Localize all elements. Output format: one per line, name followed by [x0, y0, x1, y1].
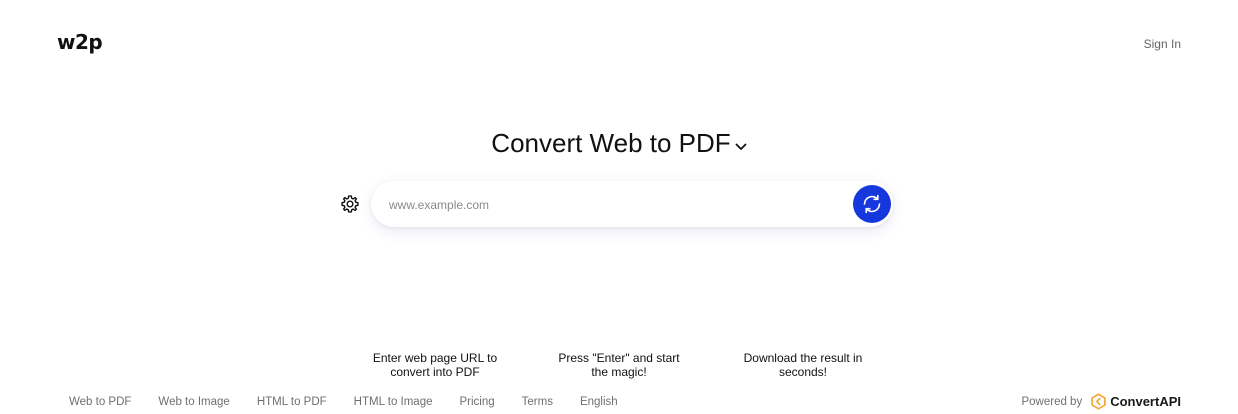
footer-link-language[interactable]: English: [580, 396, 618, 408]
footer-link-html-to-image[interactable]: HTML to Image: [354, 396, 433, 408]
logo[interactable]: w2p: [57, 30, 103, 54]
footer-link-web-to-image[interactable]: Web to Image: [158, 396, 229, 408]
sign-in-link[interactable]: Sign In: [1144, 37, 1181, 51]
url-search-row: [340, 181, 895, 229]
convertapi-brand-link[interactable]: ConvertAPI: [1110, 394, 1181, 409]
powered-by-label: Powered by: [1021, 395, 1083, 408]
footer-link-pricing[interactable]: Pricing: [460, 396, 495, 408]
page-title: Convert Web to PDF: [491, 128, 731, 158]
step-press-enter: Press "Enter" and start the magic!: [558, 351, 680, 379]
footer-link-html-to-pdf[interactable]: HTML to PDF: [257, 396, 327, 408]
powered-by: Powered by ConvertAPI: [1021, 393, 1181, 410]
step-download: Download the result in seconds!: [743, 351, 863, 379]
step-enter-url: Enter web page URL to convert into PDF: [372, 351, 498, 379]
footer-link-web-to-pdf[interactable]: Web to PDF: [69, 396, 131, 408]
chevron-down-icon: [735, 143, 747, 151]
refresh-icon: [858, 190, 886, 218]
url-input[interactable]: [387, 181, 831, 229]
gear-icon[interactable]: [340, 194, 360, 214]
search-box: [371, 181, 893, 229]
converter-type-dropdown[interactable]: Convert Web to PDF: [0, 128, 1238, 159]
footer-link-terms[interactable]: Terms: [522, 396, 553, 408]
convert-button[interactable]: [853, 185, 891, 223]
convertapi-logo-icon: [1090, 393, 1107, 410]
footer-nav: Web to PDF Web to Image HTML to PDF HTML…: [69, 396, 645, 408]
